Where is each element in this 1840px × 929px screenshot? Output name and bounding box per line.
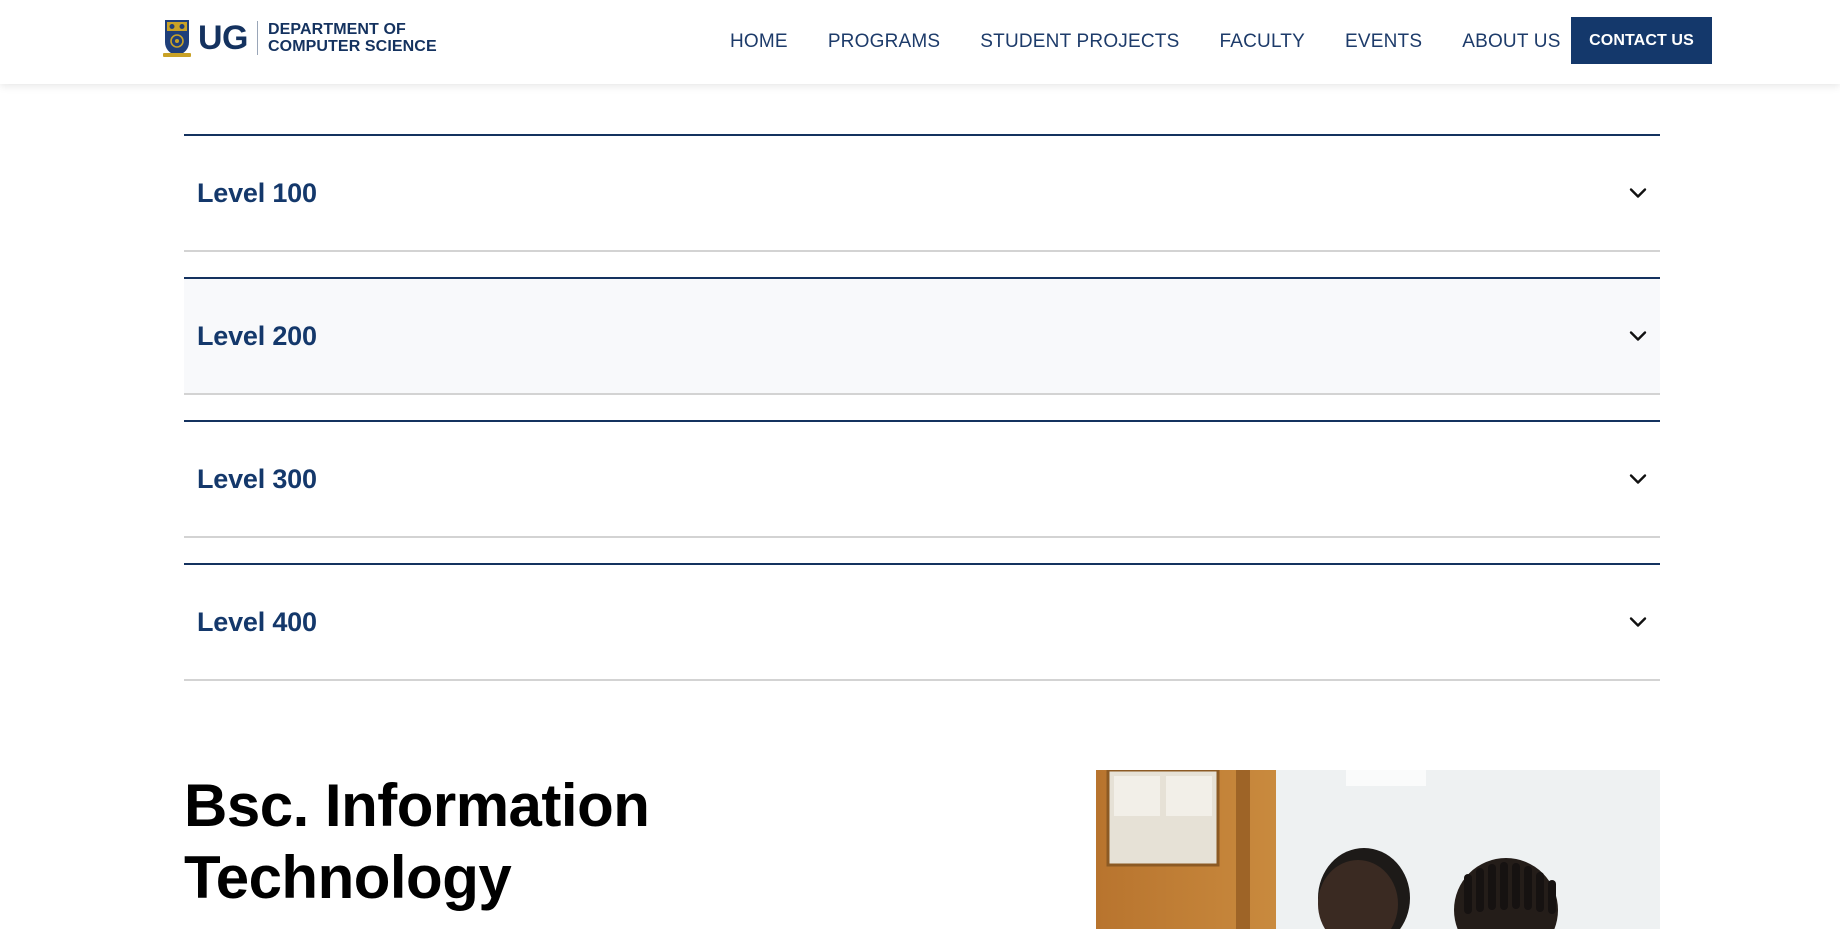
university-crest-icon [163,20,191,57]
level-accordion: Level 100 Level 200 Level 300 Level 400 [184,134,1660,706]
program-title: Bsc. Information Technology [184,770,884,914]
accordion-item-level-200[interactable]: Level 200 [184,277,1660,395]
site-header: UG DEPARTMENT OF COMPUTER SCIENCE HOME P… [0,0,1840,84]
accordion-title: Level 300 [197,463,317,494]
chevron-down-icon [1629,331,1647,341]
accordion-item-level-300[interactable]: Level 300 [184,420,1660,538]
nav-home[interactable]: HOME [730,31,788,53]
logo-text: DEPARTMENT OF COMPUTER SCIENCE [268,21,437,55]
chevron-down-icon [1629,188,1647,198]
logo-divider [257,21,258,55]
nav-about-us[interactable]: ABOUT US [1462,31,1560,53]
nav-events[interactable]: EVENTS [1345,31,1422,53]
accordion-title: Level 200 [197,320,317,351]
accordion-item-level-100[interactable]: Level 100 [184,134,1660,252]
accordion-item-level-400[interactable]: Level 400 [184,563,1660,681]
accordion-title: Level 400 [197,606,317,637]
chevron-down-icon [1629,617,1647,627]
accordion-title: Level 100 [197,177,317,208]
program-title-line-1: Bsc. Information [184,772,650,839]
students-photo [1096,770,1660,929]
logo-line-2: COMPUTER SCIENCE [268,38,437,55]
site-logo[interactable]: UG DEPARTMENT OF COMPUTER SCIENCE [163,18,437,58]
nav-programs[interactable]: PROGRAMS [828,31,940,53]
nav-faculty[interactable]: FACULTY [1219,31,1305,53]
program-title-line-2: Technology [184,844,512,911]
contact-us-button[interactable]: CONTACT US [1571,17,1712,64]
logo-line-1: DEPARTMENT OF [268,21,406,38]
logo-abbreviation: UG [198,19,249,57]
nav-student-projects[interactable]: STUDENT PROJECTS [980,31,1179,53]
main-nav: HOME PROGRAMS STUDENT PROJECTS FACULTY E… [730,0,1601,84]
chevron-down-icon [1629,474,1647,484]
